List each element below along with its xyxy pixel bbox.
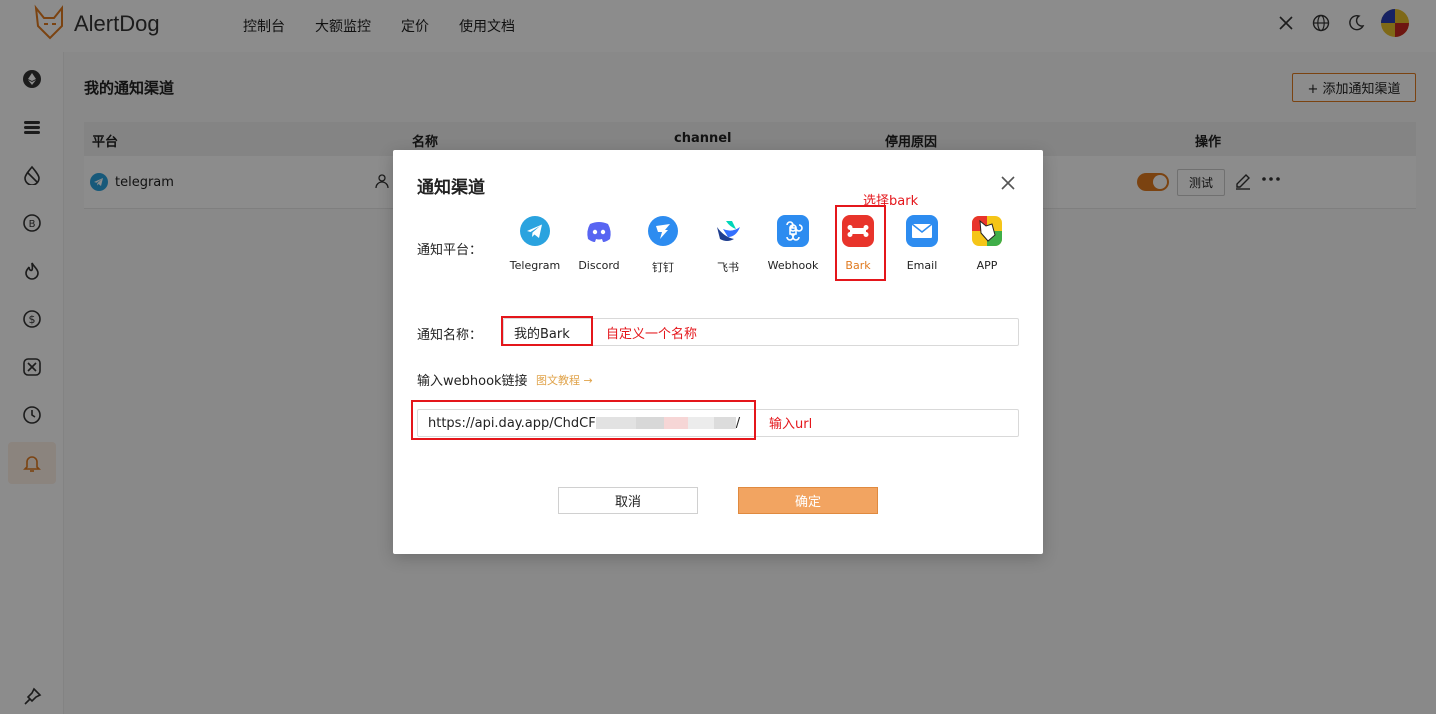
platform-selector: Telegram Discord 钉钉 飞书 Webhook Bark Emai… [503, 215, 1033, 279]
platform-name: 飞书 [717, 261, 739, 274]
mail-icon [906, 215, 938, 247]
confirm-button[interactable]: 确定 [738, 487, 878, 514]
platform-name: Telegram [509, 259, 561, 272]
app-dog-icon [971, 215, 1003, 247]
platform-label: 通知平台： [417, 243, 483, 258]
annotation-custom-name: 自定义一个名称 [606, 327, 698, 342]
annotation-box-name [501, 316, 593, 346]
platform-telegram[interactable]: Telegram [505, 215, 565, 272]
name-label: 通知名称： [417, 328, 483, 343]
annotation-box-url [411, 400, 756, 440]
dingtalk-icon [647, 215, 679, 247]
webhook-label: 输入webhook链接 [417, 374, 528, 389]
feishu-icon [712, 215, 744, 247]
tutorial-link[interactable]: 图文教程 → [536, 372, 593, 388]
discord-icon [583, 215, 615, 247]
platform-name: 钉钉 [652, 261, 674, 274]
close-icon[interactable] [999, 174, 1017, 192]
platform-name: Email [906, 259, 938, 272]
annotation-input-url: 输入url [769, 417, 813, 432]
platform-feishu[interactable]: 飞书 [698, 215, 758, 275]
telegram-icon [519, 215, 551, 247]
platform-name: Discord [578, 259, 620, 272]
annotation-box-bark [835, 205, 886, 281]
platform-discord[interactable]: Discord [569, 215, 629, 272]
modal-title: 通知渠道 [417, 178, 485, 198]
platform-name: Webhook [767, 259, 819, 272]
platform-name: APP [976, 259, 998, 272]
platform-webhook[interactable]: Webhook [763, 215, 823, 272]
platform-email[interactable]: Email [892, 215, 952, 272]
notification-channel-modal: 通知渠道 选择bark 通知平台： Telegram Discord 钉钉 飞书… [393, 150, 1043, 554]
platform-app[interactable]: APP [957, 215, 1017, 272]
command-icon [777, 215, 809, 247]
cancel-button[interactable]: 取消 [558, 487, 698, 514]
platform-dingtalk[interactable]: 钉钉 [633, 215, 693, 275]
